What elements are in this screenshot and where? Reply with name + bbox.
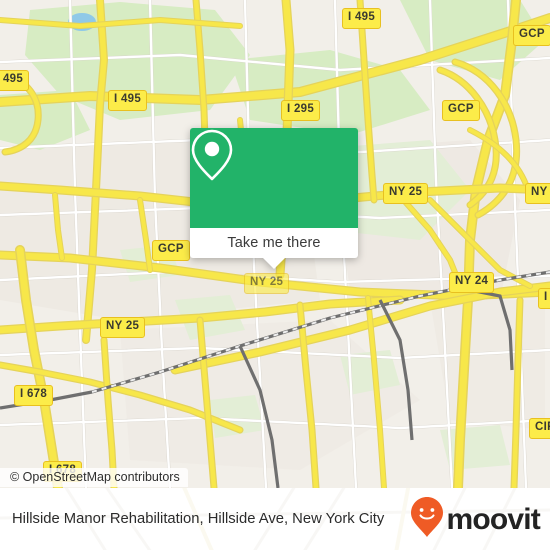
road-shield: GCP	[513, 25, 550, 46]
road-shield: GCP	[152, 240, 190, 261]
road-shield: I 495	[108, 90, 148, 111]
take-me-there-label: Take me there	[227, 235, 321, 251]
popup-pointer-tail	[263, 258, 285, 269]
popup-header	[190, 128, 358, 228]
footer-content: Hillside Manor Rehabilitation, Hillside …	[0, 488, 550, 550]
location-popup-card[interactable]: Take me there	[190, 128, 358, 269]
moovit-logo[interactable]: moovit	[410, 496, 541, 543]
screenshot-root: .rd{stroke:#f7e74a;stroke-linecap:round;…	[0, 0, 550, 550]
footer-bar: Hillside Manor Rehabilitation, Hillside …	[0, 488, 550, 550]
road-shield: I 678	[14, 385, 54, 406]
road-shield: GCP	[442, 100, 480, 121]
moovit-smiley-pin-icon	[410, 496, 444, 543]
osm-attribution[interactable]: © OpenStreetMap contributors	[0, 468, 188, 487]
road-shield: I 295	[281, 100, 321, 121]
road-shield: CIP	[529, 418, 550, 439]
road-shield: NY	[525, 183, 550, 204]
road-shield: I	[538, 288, 550, 309]
road-shield: NY 25	[244, 273, 290, 294]
take-me-there-button[interactable]: Take me there	[190, 228, 358, 269]
road-shield: I 495	[342, 8, 382, 29]
road-shield: I 495	[0, 70, 30, 91]
road-shield: NY 25	[100, 317, 146, 338]
map-canvas[interactable]: .rd{stroke:#f7e74a;stroke-linecap:round;…	[0, 0, 550, 488]
road-shield: NY 25	[383, 183, 429, 204]
road-shield: NY 24	[449, 272, 495, 293]
place-title: Hillside Manor Rehabilitation, Hillside …	[12, 510, 385, 527]
moovit-wordmark: moovit	[446, 503, 540, 536]
